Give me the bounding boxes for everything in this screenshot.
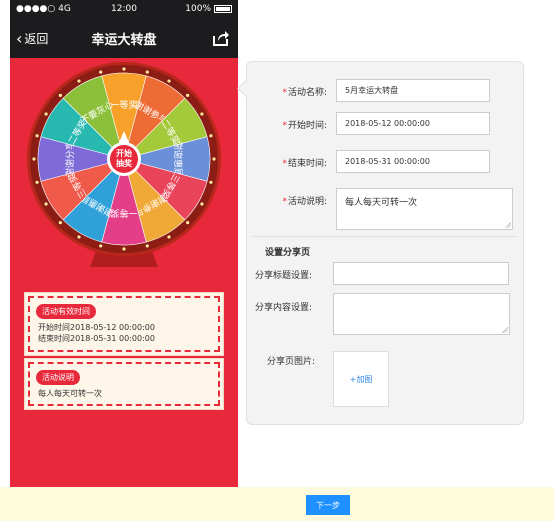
wheel-light (32, 157, 36, 161)
start-time-line: 开始时间2018-05-12 00:00:00 (38, 323, 155, 332)
wheel-light (99, 244, 103, 248)
resize-grip-icon[interactable] (505, 222, 511, 228)
activity-time-tag: 活动有效时间 (36, 304, 96, 319)
wheel-center-label: 抽奖 (116, 158, 133, 168)
settings-panel: *活动名称: *开始时间: *结束时间: *活动说明: 每人每天可转一次 设置分… (246, 61, 524, 425)
nav-title: 幸运大转盘 (91, 33, 157, 48)
wheel-light (122, 247, 126, 251)
section-divider (253, 236, 517, 237)
wheel-light (200, 202, 204, 206)
battery-indicator: 100% (185, 4, 232, 14)
name-label: *活动名称: (282, 88, 327, 98)
wheel-light (200, 112, 204, 116)
resize-grip-icon[interactable] (502, 327, 508, 333)
wheel-light (44, 202, 48, 206)
wheel-light (145, 244, 149, 248)
battery-percent: 100% (185, 4, 211, 14)
footer-bar: 下一步 (0, 487, 554, 521)
activity-desc-tag: 活动说明 (36, 370, 80, 385)
activity-desc-text: 每人每天可转一次 (38, 389, 102, 398)
share-section-title: 设置分享页 (265, 248, 311, 258)
wheel-light (122, 67, 126, 71)
wheel-light (167, 79, 171, 83)
start-label: *开始时间: (282, 121, 327, 131)
end-time-line: 结束时间2018-05-31 00:00:00 (38, 334, 155, 343)
next-step-button[interactable]: 下一步 (306, 495, 350, 515)
phone-preview: ●●●●○ 4G 12:00 100% ‹ 返回 幸运大转盘 一等奖 谢谢参与 二等… (10, 0, 238, 487)
start-time-input[interactable] (336, 112, 490, 135)
wheel-light (77, 235, 81, 239)
share-image-label: 分享页图片: (267, 357, 316, 367)
activity-desc-textarea[interactable]: 每人每天可转一次 (336, 188, 513, 230)
activity-desc-box: 活动说明 每人每天可转一次 (25, 359, 223, 409)
wheel-light (35, 180, 39, 184)
wheel-light (167, 235, 171, 239)
share-title-label: 分享标题设置: (255, 271, 313, 281)
wheel-light (58, 93, 62, 97)
share-title-input[interactable] (333, 262, 509, 285)
lucky-wheel: 一等奖 谢谢参与 二等奖 谢谢惠顾 三等奖 谢谢参与 一等奖 谢谢惠顾 三等奖 谢谢分享 二等奖 不要… (21, 52, 227, 274)
activity-name-input[interactable] (336, 79, 490, 102)
wheel-light (44, 112, 48, 116)
share-icon[interactable] (212, 29, 230, 47)
wheel-light (186, 221, 190, 225)
wheel-light (186, 93, 190, 97)
wheel-light (212, 157, 216, 161)
activity-desc-value: 每人每天可转一次 (345, 198, 418, 208)
status-bar: ●●●●○ 4G 12:00 100% (10, 0, 238, 18)
wheel-light (58, 221, 62, 225)
wheel-light (145, 70, 149, 74)
wheel-light (77, 79, 81, 83)
add-image-label: +加图 (349, 374, 373, 384)
activity-time-box: 活动有效时间 开始时间2018-05-12 00:00:00 结束时间2018-… (25, 293, 223, 355)
wheel-center-label: 开始 (116, 148, 132, 158)
wheel-light (209, 134, 213, 138)
add-image-button[interactable]: +加图 (333, 351, 389, 407)
battery-icon (214, 5, 232, 13)
share-content-label: 分享内容设置: (255, 303, 313, 313)
wheel-light (99, 70, 103, 74)
desc-label: *活动说明: (282, 197, 327, 207)
end-time-input[interactable] (336, 150, 490, 173)
share-content-textarea[interactable] (333, 293, 510, 335)
wheel-light (35, 134, 39, 138)
wheel-graphic: 一等奖谢谢参与二等奖谢谢惠顾三等奖谢谢参与一等奖谢谢惠顾三等奖谢谢分享二等奖不要… (27, 62, 221, 267)
wheel-light (209, 180, 213, 184)
end-label: *结束时间: (282, 159, 327, 169)
